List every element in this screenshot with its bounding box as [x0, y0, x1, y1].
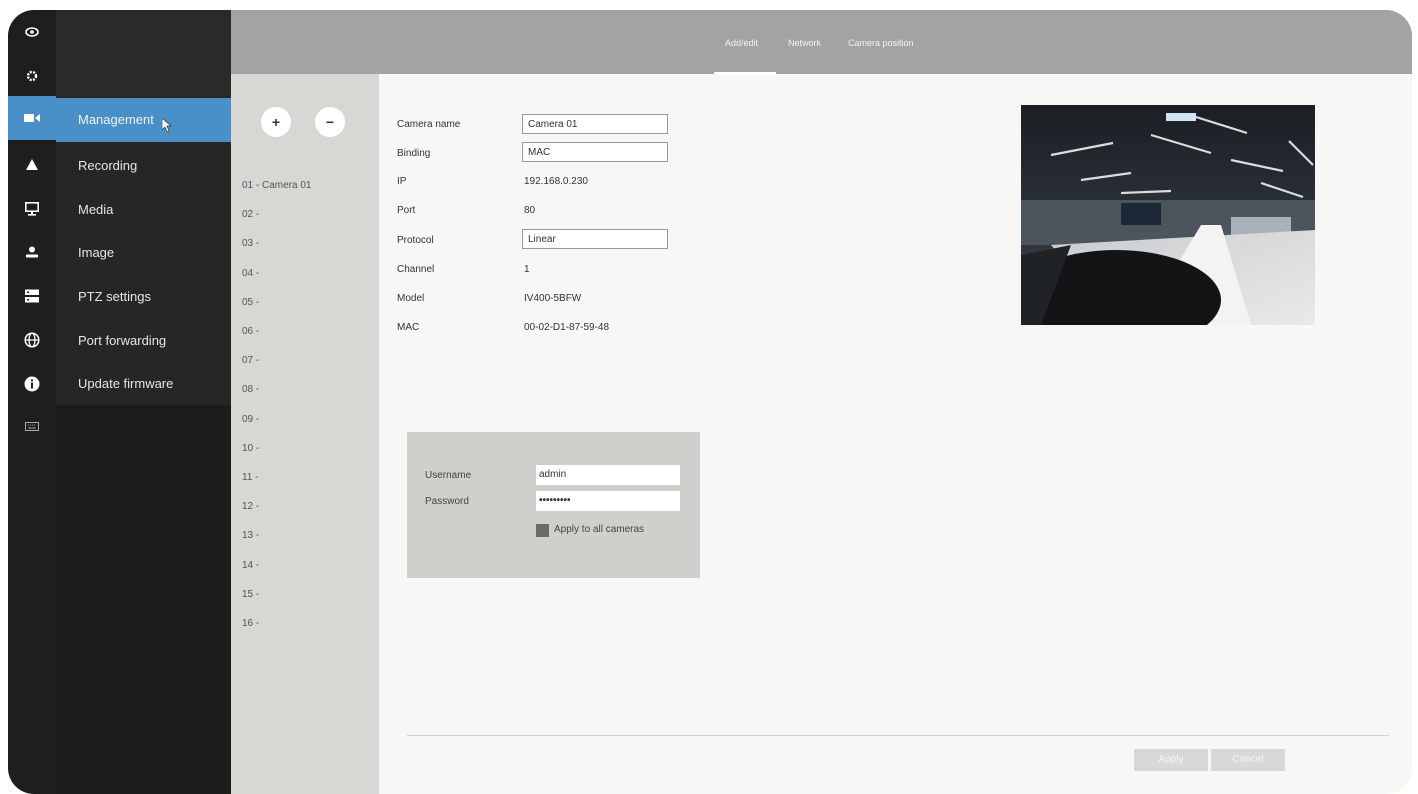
camera-list-item[interactable]: 07 - [242, 355, 259, 366]
menu-item-label: Image [78, 245, 115, 260]
port-label: Port [397, 205, 416, 216]
icon-rail [8, 10, 56, 794]
username-input[interactable]: admin [536, 465, 680, 485]
menu-item-label: Update firmware [78, 376, 174, 391]
app-window: Management Recording Media Image PTZ set… [8, 10, 1412, 794]
camera-list-item[interactable]: 04 - [242, 268, 259, 279]
menu-item-label: Media [78, 202, 114, 217]
menu-item-update-firmware[interactable]: Update firmware [56, 362, 231, 406]
binding-select[interactable]: MAC [522, 142, 668, 162]
camera-list-item[interactable]: 15 - [242, 589, 259, 600]
camera-list-panel: + − 01 - Camera 01 02 - 03 - 04 - 05 - 06 - 07… [231, 10, 379, 794]
active-tab-indicator [714, 72, 776, 75]
apply-all-checkbox[interactable] [536, 524, 549, 537]
settings-menu: Management Recording Media Image PTZ set… [56, 10, 231, 794]
binding-label: Binding [397, 148, 431, 159]
menu-item-label: Recording [78, 158, 138, 173]
camera-list-item[interactable]: 02 - [242, 209, 259, 220]
camera-list-item[interactable]: 11 - [242, 472, 259, 483]
mac-value: 00-02-D1-87-59-48 [524, 322, 610, 333]
tab-network[interactable]: Network [788, 38, 821, 48]
remove-camera-button[interactable]: − [315, 107, 345, 137]
camera-list-item[interactable]: 16 - [242, 618, 259, 629]
camera-list-item[interactable]: 10 - [242, 443, 259, 454]
camera-icon[interactable] [8, 96, 56, 140]
protocol-label: Protocol [397, 235, 434, 246]
menu-item-media[interactable]: Media [56, 188, 231, 232]
top-bar: Add/edit Network Camera position [379, 10, 1412, 75]
menu-item-management[interactable]: Management [56, 98, 231, 142]
info-icon[interactable] [8, 369, 56, 399]
camera-list-item[interactable]: 13 - [242, 530, 259, 541]
camera-list-item[interactable]: 08 - [242, 384, 259, 395]
eye-icon[interactable] [8, 17, 56, 47]
menu-item-ptz-settings[interactable]: PTZ settings [56, 275, 231, 319]
cancel-button[interactable]: Cancel [1211, 749, 1285, 771]
camera-list-item[interactable]: 14 - [242, 560, 259, 571]
menu-item-recording[interactable]: Recording [56, 144, 231, 188]
menu-item-port-forwarding[interactable]: Port forwarding [56, 319, 231, 363]
tab-camera-position[interactable]: Camera position [848, 38, 914, 48]
menu-item-label: PTZ settings [78, 289, 151, 304]
camera-list-header [231, 10, 379, 74]
server-icon[interactable] [8, 281, 56, 311]
footer-divider [407, 735, 1389, 736]
channel-value: 1 [524, 264, 530, 275]
port-value: 80 [524, 205, 536, 216]
camera-list-item[interactable]: 01 - Camera 01 [242, 180, 311, 191]
ip-value: 192.168.0.230 [524, 176, 588, 187]
protocol-select[interactable]: Linear [522, 229, 668, 249]
channel-label: Channel [397, 264, 435, 275]
camera-list-item[interactable]: 03 - [242, 238, 259, 249]
preview-image [1021, 105, 1315, 325]
menu-item-image[interactable]: Image [56, 231, 231, 275]
tab-add-edit[interactable]: Add/edit [725, 38, 758, 48]
globe-icon[interactable] [8, 325, 56, 355]
password-input[interactable]: ••••••••• [536, 491, 680, 511]
bell-icon[interactable] [8, 150, 56, 180]
credentials-panel: Username admin Password ••••••••• Apply … [407, 432, 700, 578]
mac-label: MAC [397, 322, 420, 333]
model-value: IV400-5BFW [524, 293, 582, 304]
camera-list-item[interactable]: 12 - [242, 501, 259, 512]
password-label: Password [425, 496, 469, 507]
mouse-cursor-icon [162, 118, 172, 132]
camera-list-item[interactable]: 06 - [242, 326, 259, 337]
camera-name-input[interactable]: Camera 01 [522, 114, 668, 134]
gear-icon[interactable] [8, 61, 56, 91]
camera-list-item[interactable]: 05 - [242, 297, 259, 308]
camera-list-item[interactable]: 09 - [242, 414, 259, 425]
camera-name-label: Camera name [397, 119, 461, 130]
menu-item-label: Management [78, 112, 154, 127]
add-camera-button[interactable]: + [261, 107, 291, 137]
user-icon[interactable] [8, 237, 56, 267]
model-label: Model [397, 293, 425, 304]
menu-empty-area [56, 405, 231, 794]
menu-header-area [56, 10, 231, 96]
menu-item-label: Port forwarding [78, 333, 167, 348]
monitor-icon[interactable] [8, 194, 56, 224]
username-label: Username [425, 470, 472, 481]
ip-label: IP [397, 176, 407, 187]
apply-all-label: Apply to all cameras [554, 524, 645, 535]
apply-button[interactable]: Apply [1134, 749, 1208, 771]
camera-preview [1021, 105, 1315, 325]
keyboard-icon[interactable] [8, 411, 56, 441]
